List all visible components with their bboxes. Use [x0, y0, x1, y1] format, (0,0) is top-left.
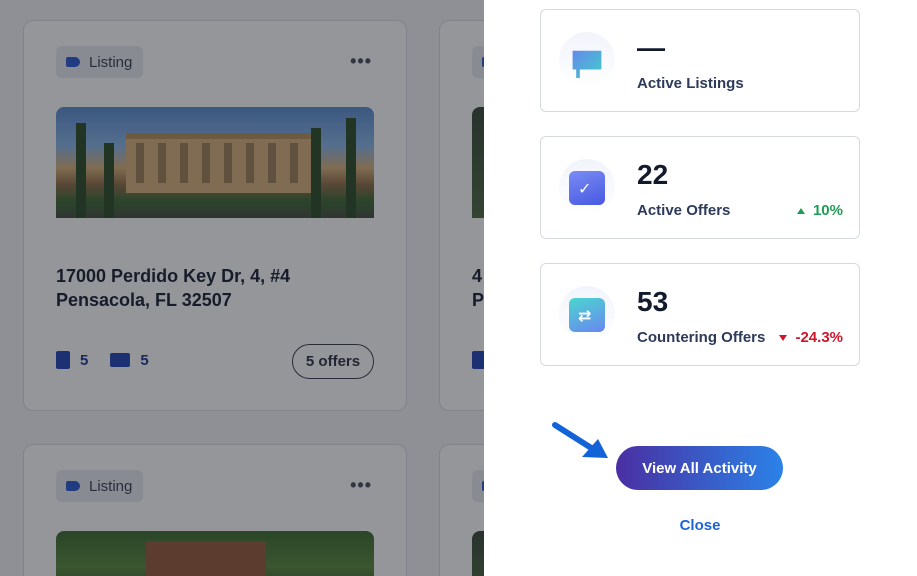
listing-sign-icon: [559, 32, 615, 88]
trend-down-icon: [779, 334, 788, 341]
view-all-activity-button[interactable]: View All Activity: [616, 446, 783, 490]
stat-card-active-listings: — Active Listings: [540, 9, 860, 112]
stat-label: Countering Offers: [637, 329, 766, 346]
stat-change-value: 10%: [812, 202, 843, 219]
activity-drawer: — Active Listings ✓ 22 Active Offers 10%…: [484, 0, 917, 576]
stat-change-value: -24.3%: [795, 329, 843, 346]
stat-change: 10%: [796, 202, 843, 219]
close-button[interactable]: Close: [654, 517, 746, 534]
pointer-arrow-icon: [552, 422, 608, 458]
stat-label: Active Listings: [637, 75, 744, 92]
stat-value: 22: [637, 159, 669, 190]
stat-value: 53: [637, 286, 669, 317]
stat-change: -24.3%: [779, 329, 843, 346]
stat-label: Active Offers: [637, 202, 731, 219]
trend-up-icon: [796, 207, 805, 214]
stat-card-countering-offers: ⇄ 53 Countering Offers -24.3%: [540, 263, 860, 366]
offer-document-icon: ✓: [559, 159, 615, 215]
counter-offer-icon: ⇄: [559, 286, 615, 342]
stat-value: —: [637, 32, 665, 63]
stat-card-active-offers: ✓ 22 Active Offers 10%: [540, 136, 860, 239]
